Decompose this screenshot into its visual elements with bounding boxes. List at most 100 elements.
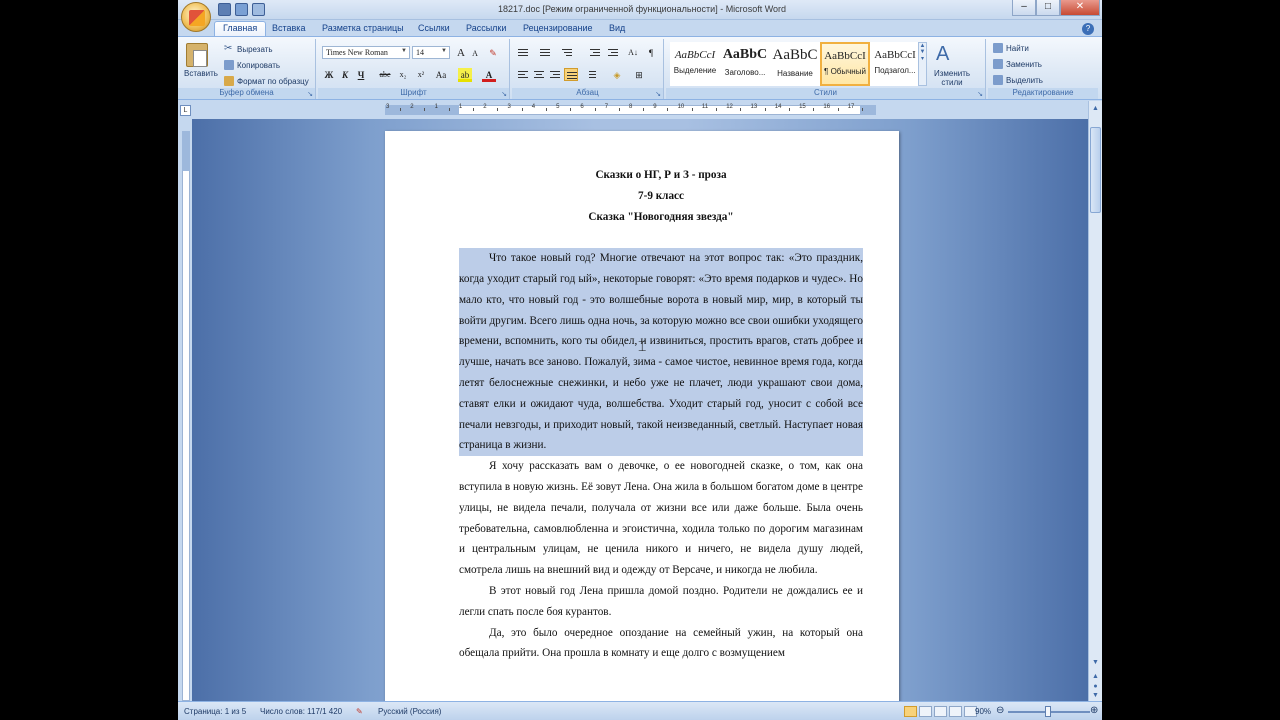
increase-indent-icon[interactable] — [606, 46, 620, 59]
zoom-slider-thumb[interactable] — [1045, 706, 1051, 717]
scroll-up-icon[interactable]: ▲ — [1090, 103, 1101, 115]
superscript-button[interactable]: x² — [414, 68, 428, 82]
highlight-icon[interactable]: ab — [458, 68, 472, 82]
doc-heading: 7-9 класс — [638, 189, 684, 202]
ruler-tick — [448, 108, 450, 111]
document-page[interactable]: Сказки о НГ, Р и З - проза 7-9 класс Ска… — [385, 131, 899, 701]
doc-paragraph-selected[interactable]: Что такое новый год? Многие отвечают на … — [459, 248, 863, 457]
ruler-tick — [400, 108, 402, 111]
clear-format-icon[interactable]: ✎ — [486, 46, 500, 60]
scroll-thumb[interactable] — [1090, 127, 1101, 213]
ruler-number: 4 — [531, 104, 536, 110]
style-subtitle[interactable]: AaBbCcI Подзагол... — [870, 42, 920, 86]
styles-launcher-icon[interactable]: ↘ — [977, 90, 983, 98]
align-left-icon[interactable] — [516, 68, 530, 81]
strikethrough-button[interactable]: abe — [376, 68, 394, 82]
shading-icon[interactable]: ◈ — [610, 68, 624, 82]
tab-selector-icon[interactable]: L — [180, 105, 191, 116]
horizontal-ruler[interactable]: L 3 2 1 1 2 3 4 5 6 7 8 9 10 11 12 13 14 15 16 17 — [178, 101, 1102, 119]
line-spacing-icon[interactable] — [584, 68, 598, 81]
paste-button[interactable]: Вставить — [184, 69, 218, 78]
office-logo-icon — [189, 10, 205, 26]
paste-icon[interactable] — [186, 43, 208, 67]
print-layout-icon[interactable] — [904, 706, 917, 717]
shrink-font-button[interactable]: A — [468, 47, 482, 61]
style-sample: AaBbCcI — [674, 49, 716, 61]
zoom-out-icon[interactable]: ⊖ — [996, 705, 1004, 716]
change-styles-icon[interactable]: A — [936, 43, 949, 66]
font-name-select[interactable]: Times New Roman ▼ — [322, 46, 410, 59]
select-button[interactable]: Выделить — [993, 75, 1043, 85]
full-screen-reading-icon[interactable] — [919, 706, 932, 717]
language-indicator[interactable]: Русский (Россия) — [378, 707, 441, 716]
ruler-number: 10 — [677, 104, 685, 110]
outline-icon[interactable] — [949, 706, 962, 717]
italic-button[interactable]: К — [338, 68, 352, 82]
change-styles-button[interactable]: Изменить стили — [930, 69, 974, 87]
align-right-icon[interactable] — [548, 68, 562, 81]
zoom-level[interactable]: 90% — [975, 707, 991, 716]
doc-paragraph[interactable]: В этот новый год Лена пришла домой поздн… — [459, 581, 863, 623]
find-button[interactable]: Найти — [993, 43, 1029, 53]
bullets-icon[interactable] — [516, 46, 530, 59]
font-launcher-icon[interactable]: ↘ — [501, 90, 507, 98]
align-center-icon[interactable] — [532, 68, 546, 81]
underline-button[interactable]: Ч — [354, 68, 368, 82]
font-size-select[interactable]: 14 ▼ — [412, 46, 450, 59]
justify-icon[interactable] — [564, 68, 578, 81]
tab-references[interactable]: Ссылки — [410, 22, 458, 34]
style-heading[interactable]: AaBbC Заголово... — [720, 42, 770, 86]
copy-button[interactable]: Копировать — [224, 60, 280, 70]
cut-button[interactable]: ✂ Вырезать — [224, 44, 273, 54]
vertical-ruler[interactable] — [178, 119, 192, 701]
tab-review[interactable]: Рецензирование — [515, 22, 601, 34]
numbering-icon[interactable] — [538, 46, 552, 59]
sort-icon[interactable]: A↓ — [626, 46, 640, 60]
page-count[interactable]: Страница: 1 из 5 — [184, 707, 246, 716]
tab-home[interactable]: Главная — [214, 21, 267, 37]
help-icon[interactable]: ? — [1082, 23, 1094, 35]
redo-icon[interactable] — [252, 3, 265, 16]
page-content[interactable]: Сказки о НГ, Р и З - проза 7-9 класс Ска… — [459, 165, 863, 664]
doc-paragraph[interactable]: Да, это было очередное опоздание на семе… — [459, 623, 863, 665]
subscript-button[interactable]: x₂ — [396, 68, 410, 82]
styles-scroll[interactable]: ▲ ▼ ▾ — [918, 42, 927, 86]
style-title[interactable]: AaBbC Название — [770, 42, 820, 86]
quick-access-toolbar — [218, 3, 265, 17]
replace-button[interactable]: Заменить — [993, 59, 1042, 69]
tab-mailings[interactable]: Рассылки — [458, 22, 514, 34]
clipboard-launcher-icon[interactable]: ↘ — [307, 90, 313, 98]
ruler-number: 2 — [410, 104, 414, 110]
bold-button[interactable]: Ж — [322, 68, 336, 82]
undo-icon[interactable] — [235, 3, 248, 16]
tab-insert[interactable]: Вставка — [264, 22, 313, 34]
style-emphasis[interactable]: AaBbCcI Выделение — [670, 42, 720, 86]
style-normal[interactable]: AaBbCcI ¶ Обычный — [820, 42, 870, 86]
web-layout-icon[interactable] — [934, 706, 947, 717]
scroll-down-icon[interactable]: ▼ — [1090, 657, 1101, 669]
zoom-in-icon[interactable]: ⊕ — [1090, 705, 1098, 716]
spellcheck-icon[interactable]: ✎ — [356, 707, 363, 716]
minimize-button[interactable]: – — [1012, 0, 1036, 16]
save-icon[interactable] — [218, 3, 231, 16]
pilcrow-icon[interactable]: ¶ — [644, 46, 658, 60]
change-case-button[interactable]: Aa — [434, 68, 448, 82]
maximize-button[interactable]: □ — [1036, 0, 1060, 16]
font-color-icon[interactable]: A — [482, 68, 496, 82]
tab-view[interactable]: Вид — [601, 22, 633, 34]
tab-page-layout[interactable]: Разметка страницы — [314, 22, 412, 34]
decrease-indent-icon[interactable] — [588, 46, 602, 59]
office-button[interactable] — [181, 2, 211, 32]
borders-icon[interactable]: ⊞ — [632, 68, 646, 82]
close-button[interactable]: ✕ — [1060, 0, 1100, 16]
format-painter-button[interactable]: Формат по образцу — [224, 76, 309, 86]
doc-paragraph[interactable]: Я хочу рассказать вам о девочке, о ее но… — [459, 456, 863, 581]
paragraph-launcher-icon[interactable]: ↘ — [655, 90, 661, 98]
vertical-scrollbar[interactable]: ▲ ▼ ▲ ● ▼ — [1088, 101, 1102, 701]
multilevel-list-icon[interactable] — [560, 46, 574, 59]
styles-group: AaBbCcI Выделение AaBbC Заголово... AaBb… — [666, 39, 986, 99]
style-sample: AaBbCcI — [874, 49, 916, 61]
word-count[interactable]: Число слов: 117/1 420 — [260, 707, 342, 716]
binoculars-icon — [993, 43, 1003, 53]
grow-font-button[interactable]: A — [454, 46, 468, 60]
